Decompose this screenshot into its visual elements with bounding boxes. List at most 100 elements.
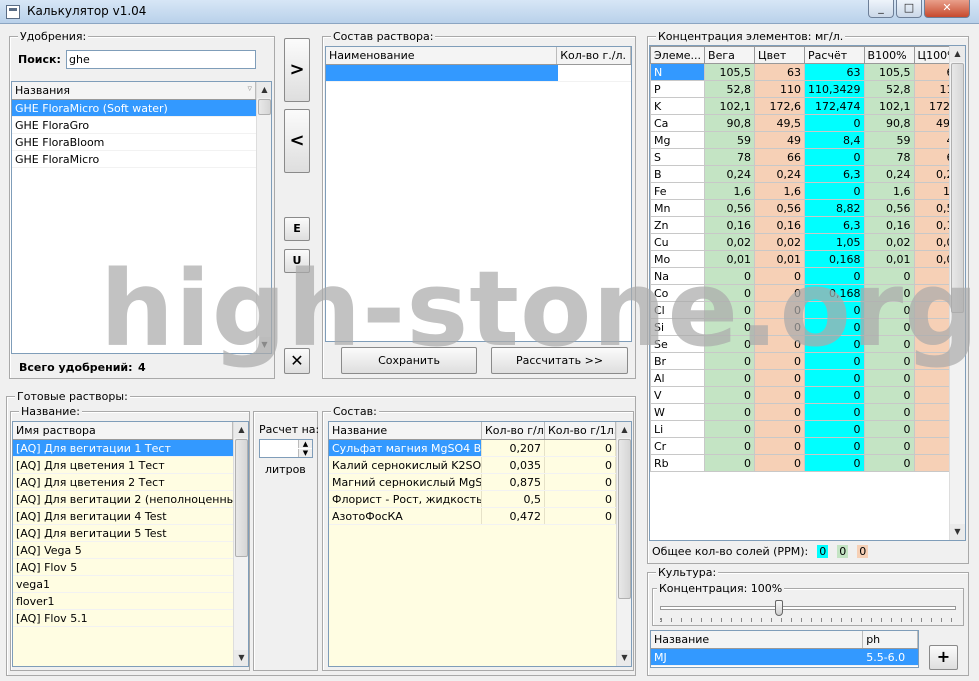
concentration-value-cell[interactable]: 172,474 <box>804 97 865 115</box>
concentration-header-4[interactable]: В100% <box>863 46 915 64</box>
concentration-value-cell[interactable]: 0 <box>704 335 756 353</box>
concentration-value-cell[interactable]: 0,56 <box>754 199 806 217</box>
scroll-thumb[interactable] <box>235 439 248 557</box>
ready-composition-row[interactable]: Магний сернокислый MgSO4 0,875 0 <box>329 474 616 491</box>
fertilizer-column-header[interactable]: Названия <box>15 84 70 97</box>
concentration-value-cell[interactable]: 0 <box>863 267 915 285</box>
composition-edit-cell[interactable] <box>326 65 558 81</box>
ready-solutions-list[interactable]: Имя раствора [AQ] Для вегитации 1 Тест [A… <box>12 421 249 667</box>
concentration-value-cell[interactable]: 0 <box>863 284 915 302</box>
concentration-value-cell[interactable]: 0,24 <box>754 165 806 183</box>
concentration-value-cell[interactable]: 0 <box>804 386 865 404</box>
concentration-value-cell[interactable]: 0,16 <box>863 216 915 234</box>
concentration-value-cell[interactable]: 0 <box>863 352 915 370</box>
element-name-cell[interactable]: Cu <box>650 233 706 251</box>
element-name-cell[interactable]: Mo <box>650 250 706 268</box>
ready-solution-item[interactable]: [AQ] Flov 5 <box>13 559 233 576</box>
concentration-value-cell[interactable]: 52,8 <box>704 80 756 98</box>
ready-solution-item[interactable]: [AQ] Для вегитации 5 Test <box>13 525 233 542</box>
concentration-value-cell[interactable]: 66 <box>754 148 806 166</box>
ready-solution-item[interactable]: [AQ] Vega 5 <box>13 542 233 559</box>
remove-from-composition-button[interactable]: < <box>284 109 310 173</box>
fertilizer-item[interactable]: GHE FloraMicro <box>12 151 256 168</box>
concentration-value-cell[interactable]: 1,05 <box>804 233 865 251</box>
concentration-value-cell[interactable]: 0 <box>754 437 806 455</box>
scroll-up-icon[interactable]: ▲ <box>257 82 271 98</box>
concentration-value-cell[interactable]: 0 <box>863 386 915 404</box>
concentration-value-cell[interactable]: 0,56 <box>863 199 915 217</box>
concentration-value-cell[interactable]: 0 <box>804 352 865 370</box>
ready-comp-name-cell[interactable]: Флорист - Рост, жидкость <box>329 491 482 507</box>
concentration-value-cell[interactable]: 102,1 <box>704 97 756 115</box>
concentration-value-cell[interactable]: 0 <box>804 267 865 285</box>
concentration-value-cell[interactable]: 0 <box>754 386 806 404</box>
concentration-value-cell[interactable]: 6,3 <box>804 165 865 183</box>
concentration-value-cell[interactable]: 0 <box>754 352 806 370</box>
concentration-value-cell[interactable]: 0 <box>804 403 865 421</box>
ready-solution-item[interactable]: [AQ] Для цветения 2 Тест <box>13 474 233 491</box>
concentration-value-cell[interactable]: 0 <box>804 420 865 438</box>
fertilizer-item[interactable]: GHE FloraMicro (Soft water) <box>12 100 256 117</box>
culture-row-name[interactable]: MJ <box>651 649 864 665</box>
ready-comp-qty-cell[interactable]: 0,5 <box>482 491 545 507</box>
concentration-value-cell[interactable]: 0 <box>704 386 756 404</box>
concentration-value-cell[interactable]: 0 <box>863 454 915 472</box>
save-button[interactable]: Сохранить <box>341 347 477 374</box>
concentration-value-cell[interactable]: 0,56 <box>704 199 756 217</box>
concentration-value-cell[interactable]: 0 <box>754 301 806 319</box>
concentration-value-cell[interactable]: 110,3429 <box>804 80 865 98</box>
concentration-value-cell[interactable]: 0,24 <box>863 165 915 183</box>
culture-table[interactable]: Название ph MJ 5.5-6.0 <box>650 630 919 668</box>
element-name-cell[interactable]: W <box>650 403 706 421</box>
concentration-value-cell[interactable]: 63 <box>754 63 806 81</box>
ready-comp-header-name[interactable]: Название <box>329 422 482 439</box>
concentration-value-cell[interactable]: 8,82 <box>804 199 865 217</box>
concentration-value-cell[interactable]: 0 <box>754 403 806 421</box>
ready-comp-qty-cell[interactable]: 0,035 <box>482 457 545 473</box>
add-to-composition-button[interactable]: > <box>284 38 310 102</box>
element-name-cell[interactable]: Na <box>650 267 706 285</box>
element-name-cell[interactable]: Mg <box>650 131 706 149</box>
ready-solution-item[interactable]: [AQ] Для цветения 1 Тест <box>13 457 233 474</box>
liters-spinner[interactable]: ▲ ▼ <box>259 439 313 458</box>
concentration-value-cell[interactable]: 90,8 <box>704 114 756 132</box>
ready-comp-qty-cell[interactable]: 0 <box>545 491 616 507</box>
element-name-cell[interactable]: Co <box>650 284 706 302</box>
close-button[interactable]: ✕ <box>924 0 970 18</box>
concentration-value-cell[interactable]: 0,02 <box>754 233 806 251</box>
ready-comp-scrollbar[interactable]: ▲ ▼ <box>616 422 631 666</box>
concentration-value-cell[interactable]: 0 <box>863 437 915 455</box>
element-name-cell[interactable]: Fe <box>650 182 706 200</box>
concentration-value-cell[interactable]: 0 <box>754 318 806 336</box>
element-name-cell[interactable]: Cr <box>650 437 706 455</box>
calculate-button[interactable]: Рассчитать >> <box>491 347 628 374</box>
concentration-header-3[interactable]: Расчёт <box>804 46 865 64</box>
concentration-value-cell[interactable]: 0 <box>804 301 865 319</box>
scroll-thumb[interactable] <box>258 99 271 115</box>
element-name-cell[interactable]: Mn <box>650 199 706 217</box>
concentration-value-cell[interactable]: 0 <box>804 114 865 132</box>
add-culture-button[interactable]: + <box>929 645 958 670</box>
ready-comp-name-cell[interactable]: Магний сернокислый MgSO4 <box>329 474 482 490</box>
filter-icon[interactable]: ▿ <box>247 84 252 97</box>
scroll-thumb[interactable] <box>951 63 964 313</box>
concentration-value-cell[interactable]: 78 <box>863 148 915 166</box>
concentration-value-cell[interactable]: 49,5 <box>754 114 806 132</box>
concentration-value-cell[interactable]: 0,168 <box>804 250 865 268</box>
ready-composition-table[interactable]: Название Кол-во г/л. Кол-во г/1л. Сульфа… <box>328 421 632 667</box>
concentration-value-cell[interactable]: 0 <box>704 318 756 336</box>
concentration-value-cell[interactable]: 0 <box>804 369 865 387</box>
u-button[interactable]: U <box>284 249 310 273</box>
ready-column-header[interactable]: Имя раствора <box>13 422 233 439</box>
fertilizer-item[interactable]: GHE FloraBloom <box>12 134 256 151</box>
concentration-value-cell[interactable]: 0 <box>754 267 806 285</box>
ready-comp-qty-cell[interactable]: 0,875 <box>482 474 545 490</box>
culture-header-name[interactable]: Название <box>651 631 864 648</box>
scroll-down-icon[interactable]: ▼ <box>234 650 248 666</box>
element-name-cell[interactable]: P <box>650 80 706 98</box>
concentration-value-cell[interactable]: 0 <box>863 301 915 319</box>
fertilizer-item[interactable]: GHE FloraGro <box>12 117 256 134</box>
element-name-cell[interactable]: Ca <box>650 114 706 132</box>
concentration-value-cell[interactable]: 0 <box>704 284 756 302</box>
ready-comp-qty-cell[interactable]: 0,472 <box>482 508 545 524</box>
